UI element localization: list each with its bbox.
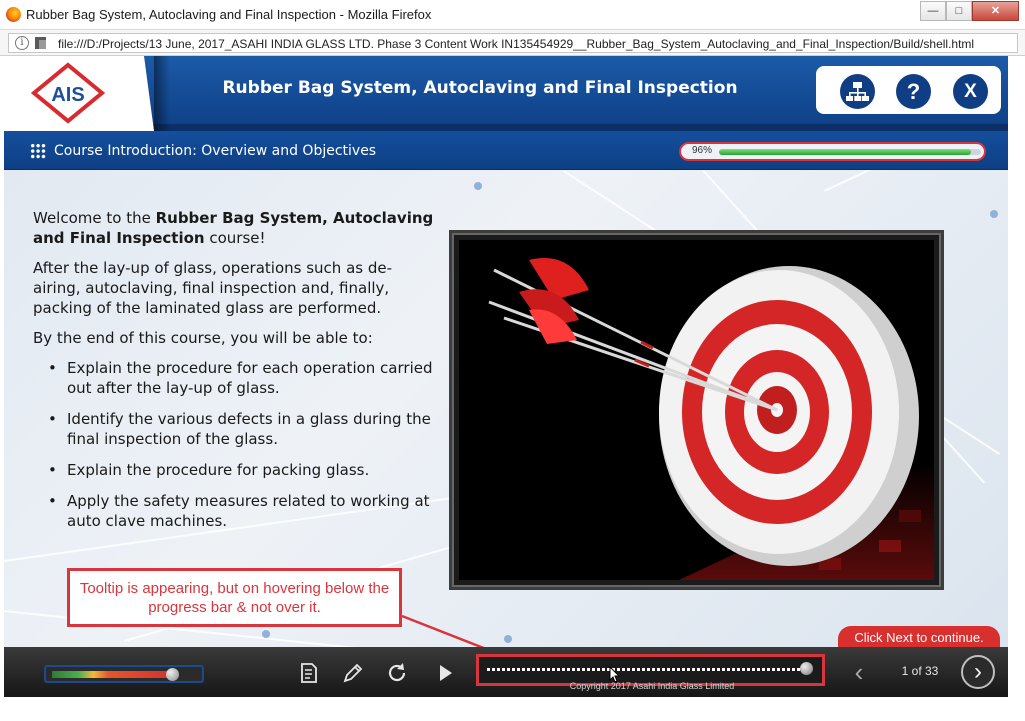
module-title: Course Introduction: Overview and Object… bbox=[54, 143, 377, 159]
exit-icon: X bbox=[964, 81, 977, 102]
info-icon[interactable]: i bbox=[15, 36, 29, 50]
grid-menu-icon[interactable] bbox=[30, 143, 46, 159]
objective-item: Explain the procedure for each operation… bbox=[48, 358, 438, 398]
edit-button[interactable] bbox=[340, 661, 366, 685]
logo-shadow bbox=[154, 56, 170, 131]
annotation-text: Tooltip is appearing, but on hovering be… bbox=[79, 580, 390, 616]
player-controls: Copyright 2017 Asahi India Glass Limited… bbox=[4, 647, 1008, 697]
replay-icon bbox=[388, 663, 406, 682]
url-field[interactable]: i file:///D:/Projects/13 June, 2017_ASAH… bbox=[8, 33, 1018, 53]
help-button[interactable]: ? bbox=[896, 74, 931, 109]
intro-paragraph: After the lay-up of glass, operations su… bbox=[33, 259, 393, 317]
next-button[interactable]: › bbox=[961, 655, 995, 689]
background-decoration bbox=[990, 210, 998, 218]
mouse-cursor-icon bbox=[609, 666, 621, 683]
welcome-suffix: course! bbox=[204, 229, 266, 247]
close-window-button[interactable]: ✕ bbox=[972, 1, 1019, 21]
volume-level bbox=[52, 671, 175, 678]
background-decoration bbox=[262, 630, 270, 638]
course-progress-bar: 96% bbox=[679, 142, 986, 161]
course-title: Rubber Bag System, Autoclaving and Final… bbox=[222, 78, 738, 98]
replay-button[interactable] bbox=[384, 661, 410, 685]
copyright-text: Copyright 2017 Asahi India Glass Limited bbox=[569, 681, 735, 691]
notes-icon bbox=[301, 663, 317, 683]
progress-percent: 96% bbox=[692, 145, 713, 156]
target-arrows-image bbox=[459, 240, 934, 580]
objective-item: Explain the procedure for packing glass. bbox=[48, 460, 438, 480]
sitemap-icon bbox=[846, 82, 869, 101]
module-bar: Course Introduction: Overview and Object… bbox=[4, 131, 1008, 170]
welcome-prefix: Welcome to the bbox=[33, 209, 156, 227]
exit-button[interactable]: X bbox=[953, 74, 988, 109]
progress-fill bbox=[719, 149, 971, 155]
annotation-callout: Tooltip is appearing, but on hovering be… bbox=[67, 568, 402, 627]
objective-item: Apply the safety measures related to wor… bbox=[48, 491, 438, 531]
next-icon: › bbox=[974, 658, 982, 685]
company-logo: AIS bbox=[31, 62, 105, 124]
browser-titlebar: Rubber Bag System, Autoclaving and Final… bbox=[0, 0, 1025, 30]
url-text[interactable]: file:///D:/Projects/13 June, 2017_ASAHI … bbox=[58, 37, 974, 51]
objectives-lead: By the end of this course, you will be a… bbox=[33, 329, 373, 347]
notes-button[interactable] bbox=[296, 661, 322, 685]
logo-panel: AIS bbox=[4, 56, 154, 131]
play-icon bbox=[440, 665, 452, 681]
pencil-icon bbox=[343, 663, 363, 683]
course-player: AIS Rubber Bag System, Autoclaving and F… bbox=[4, 56, 1008, 697]
seek-track[interactable] bbox=[487, 668, 812, 671]
minimize-button[interactable]: — bbox=[920, 1, 946, 21]
welcome-paragraph: Welcome to the Rubber Bag System, Autocl… bbox=[33, 208, 438, 248]
background-decoration bbox=[824, 170, 1008, 192]
prev-button[interactable]: ‹ bbox=[847, 658, 871, 686]
window-bottom-edge bbox=[0, 697, 1025, 721]
address-bar: i file:///D:/Projects/13 June, 2017_ASAH… bbox=[0, 30, 1025, 56]
page-counter: 1 of 33 bbox=[901, 664, 939, 678]
seek-knob[interactable] bbox=[799, 662, 813, 675]
play-button[interactable] bbox=[432, 661, 458, 685]
slide-text: Welcome to the Rubber Bag System, Autocl… bbox=[33, 208, 438, 542]
help-icon: ? bbox=[906, 79, 921, 104]
window-title: Rubber Bag System, Autoclaving and Final… bbox=[26, 7, 432, 22]
objective-item: Identify the various defects in a glass … bbox=[48, 409, 438, 449]
background-decoration bbox=[474, 182, 482, 190]
objectives-list: Explain the procedure for each operation… bbox=[48, 358, 438, 531]
prev-icon: ‹ bbox=[854, 657, 864, 687]
background-decoration bbox=[504, 635, 512, 643]
firefox-icon bbox=[6, 7, 21, 22]
progress-track bbox=[719, 149, 981, 155]
slide-image-frame bbox=[449, 230, 944, 590]
logo-text: AIS bbox=[51, 84, 84, 106]
volume-knob[interactable] bbox=[166, 668, 180, 681]
volume-slider[interactable] bbox=[44, 665, 204, 683]
maximize-button[interactable]: □ bbox=[946, 1, 972, 21]
page-icon-overlay bbox=[39, 40, 46, 49]
header-button-group: ? X bbox=[816, 66, 1001, 114]
sitemap-button[interactable] bbox=[840, 74, 875, 109]
